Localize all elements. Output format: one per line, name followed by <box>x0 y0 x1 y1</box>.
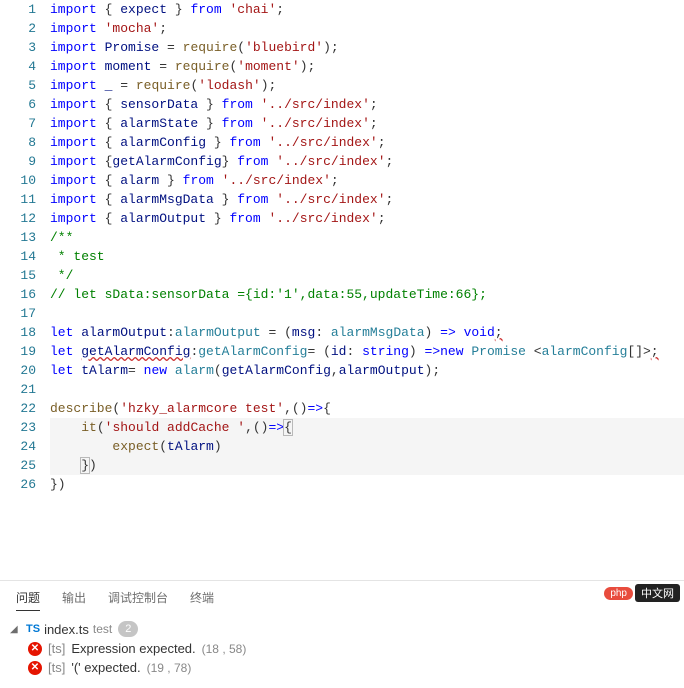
line-number: 12 <box>0 209 36 228</box>
line-number: 1 <box>0 0 36 19</box>
code-line[interactable]: import {getAlarmConfig} from '../src/ind… <box>50 152 684 171</box>
code-line[interactable]: import moment = require('moment'); <box>50 57 684 76</box>
problem-location: (18 , 58) <box>202 642 247 656</box>
code-line[interactable]: let getAlarmConfig:getAlarmConfig= (id: … <box>50 342 684 361</box>
bottom-panel: 问题 输出 调试控制台 终端 ◢ TS index.ts test 2 ✕ [t… <box>0 580 684 688</box>
code-line[interactable]: */ <box>50 266 684 285</box>
code-line[interactable]: let tAlarm= new alarm(getAlarmConfig,ala… <box>50 361 684 380</box>
watermark: php 中文网 <box>604 584 680 602</box>
line-number: 26 <box>0 475 36 494</box>
problem-source: [ts] <box>48 641 65 656</box>
code-line[interactable]: let alarmOutput:alarmOutput = (msg: alar… <box>50 323 684 342</box>
problem-message: '(' expected. <box>71 660 140 675</box>
ts-file-icon: TS <box>26 623 40 635</box>
code-line[interactable]: import 'mocha'; <box>50 19 684 38</box>
code-line[interactable]: }) <box>50 475 684 494</box>
code-line[interactable]: import _ = require('lodash'); <box>50 76 684 95</box>
panel-tab-terminal[interactable]: 终端 <box>190 589 214 611</box>
line-number: 15 <box>0 266 36 285</box>
code-line[interactable]: import Promise = require('bluebird'); <box>50 38 684 57</box>
chevron-down-icon: ◢ <box>10 624 22 635</box>
error-icon: ✕ <box>28 642 42 656</box>
line-number: 21 <box>0 380 36 399</box>
line-number: 5 <box>0 76 36 95</box>
watermark-text: 中文网 <box>635 584 680 602</box>
error-icon: ✕ <box>28 661 42 675</box>
code-line[interactable]: import { sensorData } from '../src/index… <box>50 95 684 114</box>
code-line[interactable]: import { alarmConfig } from '../src/inde… <box>50 133 684 152</box>
line-number: 8 <box>0 133 36 152</box>
line-number: 11 <box>0 190 36 209</box>
line-number: 22 <box>0 399 36 418</box>
code-line[interactable]: import { alarmMsgData } from '../src/ind… <box>50 190 684 209</box>
line-number: 4 <box>0 57 36 76</box>
code-editor[interactable]: 1234567891011121314151617181920212223242… <box>0 0 684 580</box>
line-number: 19 <box>0 342 36 361</box>
code-line[interactable]: * test <box>50 247 684 266</box>
line-number: 14 <box>0 247 36 266</box>
code-line[interactable]: /** <box>50 228 684 247</box>
code-line[interactable]: describe('hzky_alarmcore test',()=>{ <box>50 399 684 418</box>
code-line[interactable]: expect(tAlarm) <box>50 437 684 456</box>
line-number: 3 <box>0 38 36 57</box>
problem-item[interactable]: ✕ [ts] Expression expected. (18 , 58) <box>0 639 684 658</box>
panel-tab-problems[interactable]: 问题 <box>16 589 40 611</box>
line-number: 13 <box>0 228 36 247</box>
line-number: 7 <box>0 114 36 133</box>
code-line[interactable]: import { alarm } from '../src/index'; <box>50 171 684 190</box>
problem-source: [ts] <box>48 660 65 675</box>
code-line[interactable]: import { alarmState } from '../src/index… <box>50 114 684 133</box>
code-content[interactable]: import { expect } from 'chai';import 'mo… <box>50 0 684 580</box>
panel-tab-debug-console[interactable]: 调试控制台 <box>108 589 168 611</box>
line-number-gutter: 1234567891011121314151617181920212223242… <box>0 0 50 580</box>
panel-tabs: 问题 输出 调试控制台 终端 <box>0 581 684 615</box>
problems-file-name: index.ts <box>44 622 89 637</box>
problems-file-row[interactable]: ◢ TS index.ts test 2 <box>0 619 684 639</box>
code-line[interactable] <box>50 304 684 323</box>
code-line[interactable]: import { alarmOutput } from '../src/inde… <box>50 209 684 228</box>
code-line[interactable]: }) <box>50 456 684 475</box>
line-number: 18 <box>0 323 36 342</box>
line-number: 23 <box>0 418 36 437</box>
line-number: 17 <box>0 304 36 323</box>
line-number: 25 <box>0 456 36 475</box>
code-line[interactable]: import { expect } from 'chai'; <box>50 0 684 19</box>
panel-tab-output[interactable]: 输出 <box>62 589 86 611</box>
problems-count-badge: 2 <box>118 621 138 637</box>
problems-tree: ◢ TS index.ts test 2 ✕ [ts] Expression e… <box>0 615 684 681</box>
line-number: 20 <box>0 361 36 380</box>
code-line[interactable]: it('should addCache ',()=>{ <box>50 418 684 437</box>
watermark-badge: php <box>604 587 633 600</box>
code-line[interactable]: // let sData:sensorData ={id:'1',data:55… <box>50 285 684 304</box>
line-number: 16 <box>0 285 36 304</box>
problem-message: Expression expected. <box>71 641 195 656</box>
problem-item[interactable]: ✕ [ts] '(' expected. (19 , 78) <box>0 658 684 677</box>
problem-location: (19 , 78) <box>147 661 192 675</box>
line-number: 10 <box>0 171 36 190</box>
code-line[interactable] <box>50 380 684 399</box>
line-number: 24 <box>0 437 36 456</box>
line-number: 2 <box>0 19 36 38</box>
line-number: 6 <box>0 95 36 114</box>
problems-file-dir: test <box>93 622 112 636</box>
line-number: 9 <box>0 152 36 171</box>
